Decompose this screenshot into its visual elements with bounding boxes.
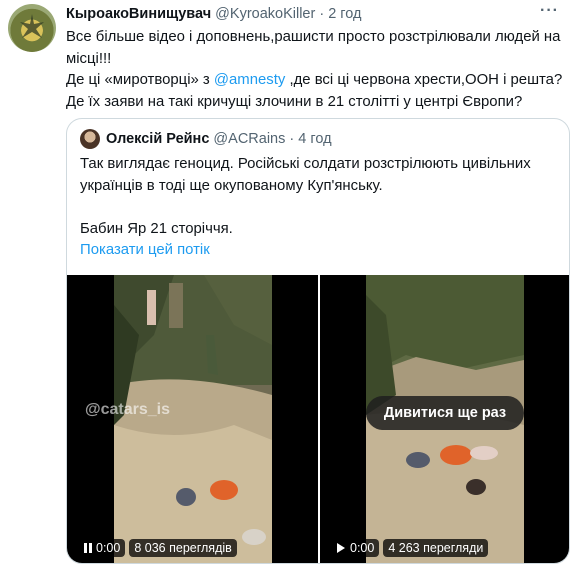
video-player-1[interactable]: @catars_is 0:00 8 036 переглядів — [67, 275, 318, 563]
tweet-text: Все більше відео і доповнень,рашисти про… — [66, 27, 571, 113]
video-player-2[interactable]: Дивитися ще раз 0:00 4 263 перегляди — [320, 275, 569, 563]
video-1-time: 0:00 — [96, 541, 121, 555]
replay-button[interactable]: Дивитися ще раз — [366, 396, 524, 430]
quote-paragraph-1: Так виглядає геноцид. Російські солдати … — [80, 156, 531, 194]
quote-author-name: Олексій Рейнс — [106, 131, 210, 147]
tweet-header: КыроакоВинищувач @KyroakoKiller · 2 год — [66, 6, 362, 22]
tweet-line-2-start: Де ці «миротворці» з — [66, 72, 214, 88]
separator-dot: · — [319, 6, 325, 22]
tweet-line-1: Все більше відео і доповнень,рашисти про… — [66, 29, 561, 67]
video-1-views: 8 036 переглядів — [134, 541, 232, 555]
video-1-controls: 0:00 8 036 переглядів — [79, 537, 241, 559]
video-2-views: 4 263 перегляди — [388, 541, 484, 555]
quote-text: Так виглядає геноцид. Російські солдати … — [80, 154, 560, 262]
video-2-time: 0:00 — [350, 541, 375, 555]
tweet-timestamp[interactable]: 2 год — [328, 6, 361, 22]
quote-timestamp: 4 год — [298, 131, 332, 147]
quote-author-avatar — [80, 129, 100, 149]
quote-paragraph-2: Бабин Яр 21 сторіччя. — [80, 220, 233, 237]
pause-icon[interactable] — [84, 543, 92, 553]
tweet-line-3: Де їх заяви на такі кричущі злочини в 21… — [66, 93, 523, 110]
quote-author-handle: @ACRains — [213, 131, 286, 147]
video-2-views-pill: 4 263 перегляди — [383, 539, 489, 557]
quote-separator-dot: · — [289, 131, 295, 147]
quoted-tweet[interactable]: Олексій Рейнс @ACRains · 4 год Так вигля… — [66, 118, 570, 564]
more-icon[interactable]: ··· — [540, 3, 559, 19]
author-name[interactable]: КыроакоВинищувач — [66, 6, 211, 22]
tweet-line-2-end: ,де всі ці червона хрести,ООН і решта? — [285, 72, 563, 88]
tweet-line-2: Де ці «миротворці» з @amnesty ,де всі ці… — [66, 70, 571, 92]
show-thread-link[interactable]: Показати цей потік — [80, 240, 560, 262]
quote-header: Олексій Рейнс @ACRains · 4 год — [106, 131, 332, 147]
author-handle[interactable]: @KyroakoKiller — [215, 6, 315, 22]
mention-link[interactable]: @amnesty — [214, 72, 285, 88]
video-watermark: @catars_is — [85, 401, 170, 418]
play-icon[interactable] — [337, 543, 345, 553]
author-avatar[interactable] — [8, 4, 56, 52]
video-2-time-pill: 0:00 — [332, 539, 380, 557]
video-2-controls: 0:00 4 263 перегляди — [332, 537, 492, 559]
video-thumbnail-1 — [114, 275, 272, 563]
video-1-time-pill: 0:00 — [79, 539, 126, 557]
video-1-views-pill: 8 036 переглядів — [129, 539, 237, 557]
